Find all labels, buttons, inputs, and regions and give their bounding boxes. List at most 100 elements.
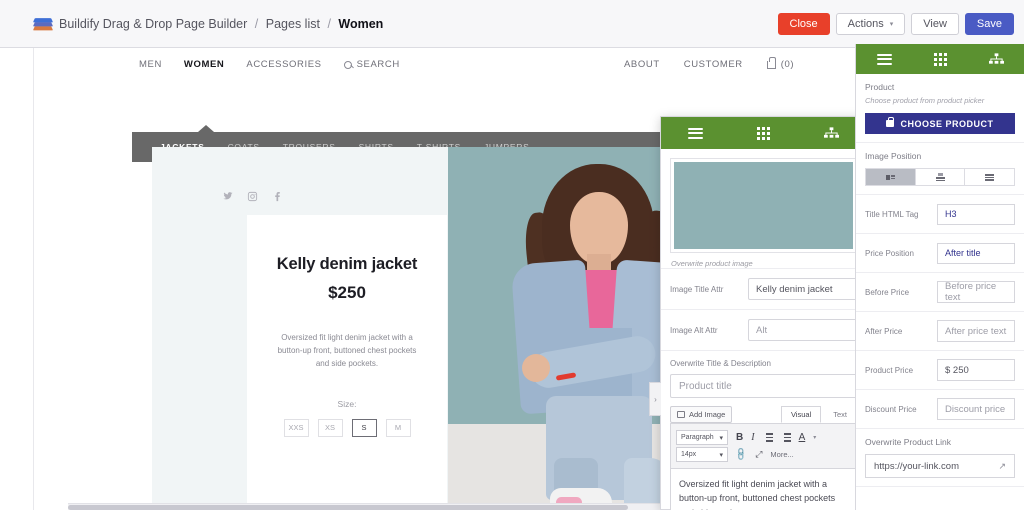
- cart-link[interactable]: (0): [766, 56, 795, 70]
- breadcrumb: Buildify Drag & Drop Page Builder / Page…: [0, 16, 383, 32]
- sitemap-icon[interactable]: [968, 53, 1024, 65]
- italic-button[interactable]: I: [751, 432, 754, 443]
- bag-icon: [886, 117, 895, 127]
- font-size-value: 14px: [681, 451, 697, 458]
- close-button[interactable]: Close: [777, 13, 830, 35]
- product-picker-section: Product Choose product from product pick…: [856, 74, 1024, 143]
- chevron-down-icon[interactable]: ▾: [813, 434, 816, 441]
- tab-visual[interactable]: Visual: [780, 406, 822, 423]
- size-option-xs[interactable]: XS: [317, 418, 343, 437]
- image-left-icon[interactable]: [865, 168, 916, 186]
- product-description: Oversized fit light denim jacket with a …: [277, 333, 417, 369]
- discount-price-label: Discount Price: [865, 404, 917, 414]
- element-settings-panel[interactable]: › Overwrite product image Image Title At…: [649, 116, 867, 510]
- panel-collapse-toggle[interactable]: ›: [649, 382, 661, 416]
- tab-text[interactable]: Text: [823, 406, 857, 423]
- twitter-icon[interactable]: [222, 191, 233, 202]
- before-price-input[interactable]: Before price text: [937, 281, 1015, 303]
- nav-item-customer[interactable]: CUSTOMER: [684, 59, 743, 70]
- price-position-select[interactable]: After title: [937, 242, 1015, 264]
- nav-item-accessories[interactable]: ACCESSORIES: [246, 59, 321, 70]
- external-link-icon[interactable]: ↗: [998, 461, 1006, 472]
- social-links: [222, 191, 283, 202]
- save-button[interactable]: Save: [964, 13, 1014, 35]
- nav-item-women[interactable]: WOMEN: [184, 59, 224, 70]
- choose-product-button[interactable]: CHOOSE PRODUCT: [865, 113, 1015, 134]
- grid-icon[interactable]: [912, 52, 968, 66]
- product-image-preview[interactable]: [670, 158, 857, 253]
- after-price-input[interactable]: After price text: [937, 320, 1015, 342]
- more-button[interactable]: More...: [770, 450, 793, 459]
- instagram-icon[interactable]: [247, 191, 258, 202]
- image-position-options: [865, 168, 1016, 186]
- image-right-icon[interactable]: [965, 168, 1016, 186]
- layers-stack-icon: [32, 16, 54, 32]
- editor-toolbar-top: Add Image Visual Text: [670, 406, 857, 423]
- discount-price-input[interactable]: Discount price: [937, 398, 1015, 420]
- size-label: Size:: [337, 398, 357, 409]
- search-link[interactable]: SEARCH: [343, 59, 400, 70]
- image-position-label: Image Position: [865, 151, 922, 161]
- product-section-title: Product: [865, 82, 895, 92]
- overwrite-title-description-section: Overwrite Title & Description Product ti…: [661, 350, 866, 510]
- image-top-icon[interactable]: [915, 168, 966, 186]
- sitemap-glyph: [988, 53, 1004, 64]
- nav-item-men[interactable]: MEN: [139, 59, 162, 70]
- product-title-input[interactable]: Product title: [670, 374, 857, 398]
- grid-icon[interactable]: [729, 126, 797, 140]
- view-button[interactable]: View: [911, 13, 959, 35]
- product-info-card: Kelly denim jacket $250 Oversized fit li…: [247, 215, 447, 510]
- image-title-attr-row: Image Title Attr Kelly denim jacket: [661, 268, 866, 309]
- product-price-input[interactable]: $ 250: [937, 359, 1015, 381]
- format-select[interactable]: Paragraph ▾: [676, 430, 728, 445]
- size-option-xxs[interactable]: XXS: [283, 418, 309, 437]
- image-alt-attr-label: Image Alt Attr: [670, 325, 718, 335]
- cart-count: (0): [780, 59, 795, 70]
- menu-icon[interactable]: [661, 125, 729, 141]
- add-image-button[interactable]: Add Image: [670, 406, 733, 423]
- product-price-label: Product Price: [865, 365, 914, 375]
- size-option-m[interactable]: M: [385, 418, 411, 437]
- image-alt-attr-input[interactable]: Alt: [748, 319, 857, 341]
- numbered-list-icon[interactable]: [781, 431, 791, 443]
- overwrite-link-label: Overwrite Product Link: [865, 437, 951, 447]
- menu-icon[interactable]: [856, 51, 912, 67]
- text-color-button[interactable]: A: [799, 432, 806, 443]
- font-size-select[interactable]: 14px ▾: [676, 447, 728, 462]
- actions-label: Actions: [847, 18, 884, 30]
- editor-toolbar: Paragraph ▾ B I A ▾ 14px ▾ 🔗 ⤢ More...: [670, 423, 857, 469]
- product-settings-sidebar[interactable]: Product Choose product from product pick…: [855, 44, 1024, 510]
- bold-button[interactable]: B: [736, 432, 743, 443]
- nav-item-about[interactable]: ABOUT: [624, 59, 660, 70]
- top-bar-actions: Close Actions ▾ View Save: [777, 0, 1014, 48]
- chevron-down-icon: ▾: [719, 451, 723, 459]
- chevron-down-icon: ▾: [719, 434, 723, 442]
- product-link-input[interactable]: https://your-link.com ↗: [865, 454, 1015, 478]
- image-title-attr-input[interactable]: Kelly denim jacket: [748, 278, 857, 300]
- page-builder-app: Buildify Drag & Drop Page Builder / Page…: [0, 0, 1024, 510]
- breadcrumb-sep-2: /: [327, 16, 331, 31]
- title-html-tag-label: Title HTML Tag: [865, 209, 919, 219]
- cart-icon: [766, 56, 776, 69]
- image-icon: [677, 411, 685, 418]
- bullet-list-icon[interactable]: [763, 431, 773, 443]
- discount-price-row: Discount Price Discount price: [856, 390, 1024, 429]
- size-option-s[interactable]: S: [351, 418, 377, 437]
- facebook-icon[interactable]: [272, 191, 283, 202]
- sidebar-body: Product Choose product from product pick…: [856, 74, 1024, 510]
- panel-body: Overwrite product image Image Title Attr…: [661, 149, 866, 510]
- overwrite-product-link-section: Overwrite Product Link https://your-link…: [856, 429, 1024, 487]
- fullscreen-icon[interactable]: ⤢: [755, 449, 762, 460]
- actions-dropdown[interactable]: Actions ▾: [835, 13, 906, 35]
- primary-nav: MEN WOMEN ACCESSORIES SEARCH: [139, 59, 400, 70]
- link-icon[interactable]: 🔗: [734, 447, 750, 463]
- title-html-tag-select[interactable]: H3: [937, 203, 1015, 225]
- breadcrumb-app[interactable]: Buildify Drag & Drop Page Builder: [59, 17, 247, 31]
- after-price-row: After Price After price text: [856, 312, 1024, 351]
- image-position-section: Image Position: [856, 143, 1024, 195]
- size-selector: XXS XS S M: [247, 418, 447, 437]
- breadcrumb-pages-list[interactable]: Pages list: [266, 17, 320, 31]
- editor-content[interactable]: Oversized fit light denim jacket with a …: [670, 469, 857, 510]
- secondary-nav: ABOUT CUSTOMER (0): [624, 56, 795, 70]
- top-bar: Buildify Drag & Drop Page Builder / Page…: [0, 0, 1024, 48]
